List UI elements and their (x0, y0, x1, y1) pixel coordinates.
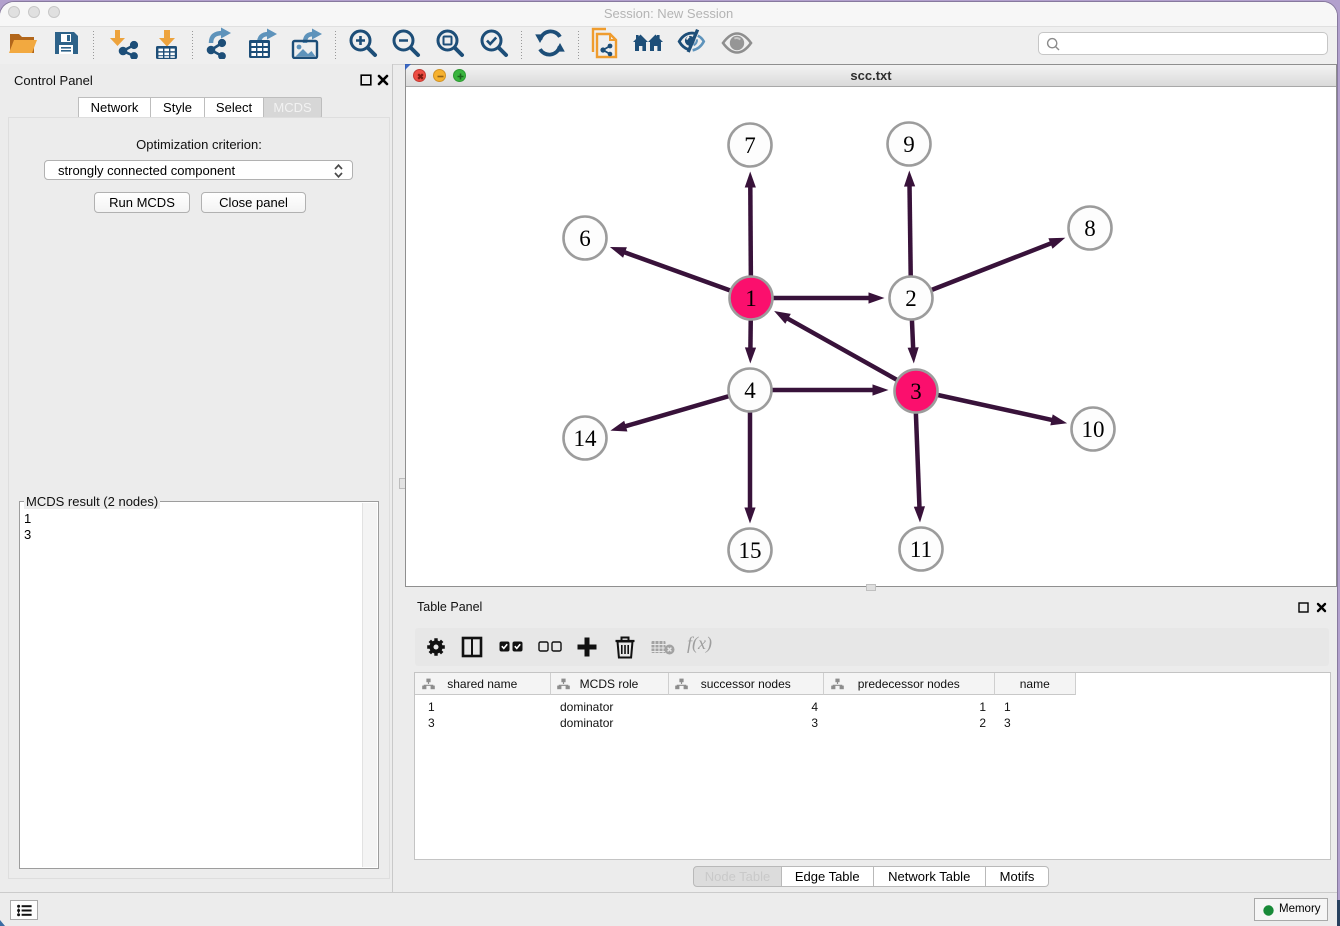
svg-text:4: 4 (744, 378, 756, 403)
svg-text:15: 15 (739, 538, 762, 563)
svg-text:14: 14 (574, 426, 598, 451)
svg-text:8: 8 (1084, 216, 1096, 241)
svg-text:6: 6 (579, 226, 591, 251)
svg-text:2: 2 (905, 286, 917, 311)
svg-text:10: 10 (1082, 417, 1105, 442)
svg-text:3: 3 (910, 379, 922, 404)
svg-text:9: 9 (903, 132, 915, 157)
svg-text:7: 7 (744, 133, 756, 158)
svg-text:11: 11 (910, 537, 932, 562)
svg-text:1: 1 (745, 286, 757, 311)
